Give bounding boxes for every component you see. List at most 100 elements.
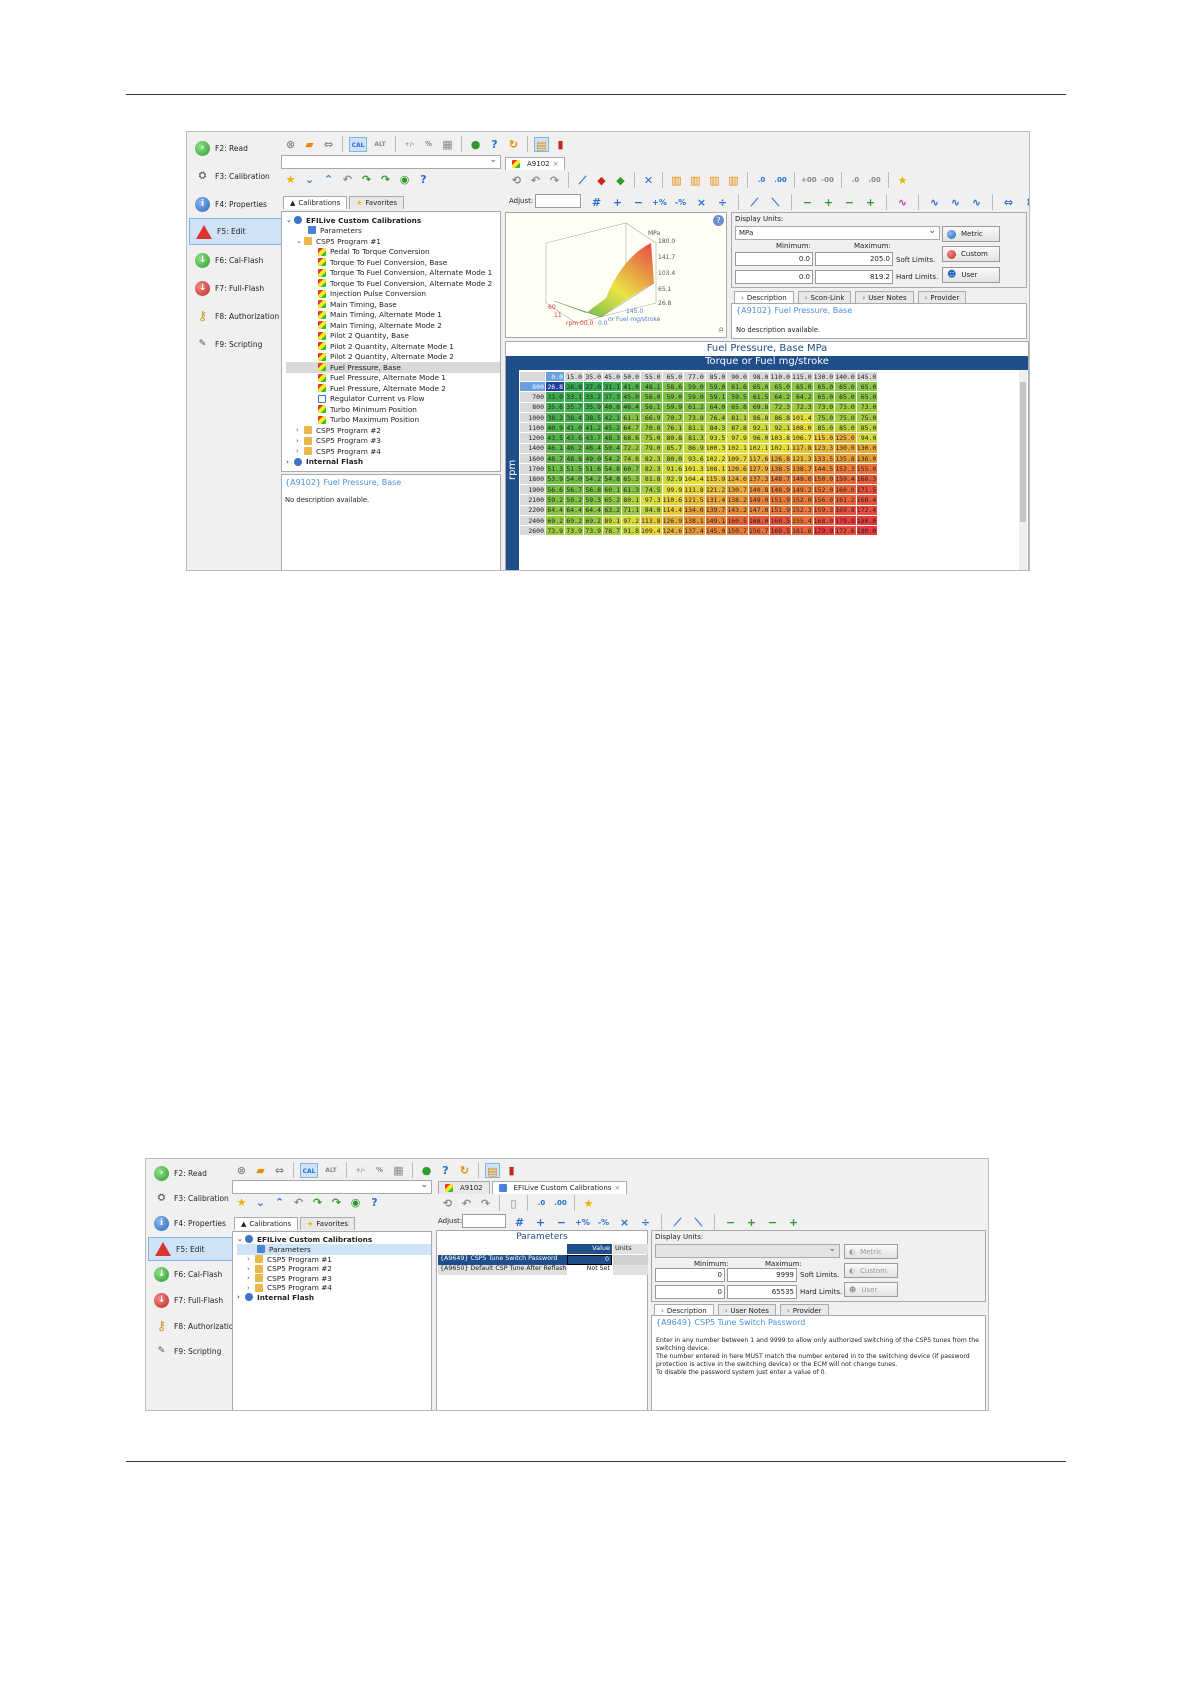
table-cell[interactable]: 74.5 [640,483,663,496]
table-cell[interactable]: 65.0 [812,380,836,393]
alt-button[interactable]: ALT [322,1163,340,1178]
table-cell[interactable]: 41.0 [564,422,584,434]
soft-min-input[interactable]: 0 [655,1268,725,1282]
table-cell[interactable]: 91.8 [621,525,641,537]
table-cell[interactable]: 138.2 [726,494,749,506]
calculator-icon[interactable]: ▦ [391,1163,406,1178]
table-cell[interactable]: 124.6 [661,525,685,537]
table-cell[interactable]: 160.5 [726,514,749,527]
tree-item[interactable]: Injection Pulse Conversion [318,289,426,300]
open-file-icon[interactable]: ▰ [253,1163,268,1178]
table-cell[interactable]: 91.6 [661,463,685,475]
table-cell[interactable]: 59.9 [661,401,685,413]
table-cell[interactable]: 130.7 [726,483,749,496]
row-header[interactable]: 1900 [519,483,546,496]
tree-item[interactable]: Torque To Fuel Conversion, Alternate Mod… [318,268,492,279]
table-cell[interactable]: 121.5 [683,494,706,506]
table-cell[interactable]: 144.5 [812,463,836,475]
table-cell[interactable]: 65.0 [769,380,793,393]
compare-icon[interactable]: ⇔ [321,137,336,152]
table-cell[interactable]: 89.1 [602,514,622,527]
custom-button[interactable]: Custom [942,246,1000,262]
tree-item-selected[interactable]: Fuel Pressure, Base [286,362,500,373]
plus-icon[interactable]: + [533,1215,548,1230]
table-cell[interactable]: 137.4 [683,525,706,537]
table-cell[interactable]: 73.9 [545,525,565,537]
table-cell[interactable]: 56.0 [640,391,663,403]
table-cell[interactable]: 143.2 [726,504,749,516]
table-cell[interactable]: 121.2 [704,483,728,496]
table-cell[interactable]: 102.2 [704,453,728,465]
surface-icon[interactable]: ◆ [594,173,609,188]
dec-green2-icon[interactable]: − [842,195,857,210]
table-cell[interactable]: 76.1 [661,422,685,434]
table-cell[interactable]: 179.9 [834,514,857,527]
table-cell[interactable]: 115.0 [812,432,836,444]
tab-calibrations[interactable]: ▲ Calibrations [283,196,348,209]
row-header[interactable]: 600 [519,380,546,393]
table-cell[interactable]: 93.5 [704,432,728,444]
redo-icon[interactable]: ↷ [478,1196,493,1211]
table-cell[interactable]: 159.3 [812,504,836,516]
table-cell[interactable]: 33.0 [545,391,565,403]
table-cell[interactable]: 99.9 [661,483,685,496]
tree-item[interactable]: Pilot 2 Quantity, Alternate Mode 1 [318,341,454,352]
undo-all-icon[interactable]: ⟲ [509,173,524,188]
table-cell[interactable]: 168.4 [855,494,879,506]
table-cell[interactable]: 43.6 [564,432,584,444]
help-icon[interactable]: ? [487,137,502,152]
nav-edit[interactable]: F5: Edit [189,218,285,245]
tree-item[interactable]: Pilot 2 Quantity, Alternate Mode 2 [318,352,454,363]
swap-horizontal-icon[interactable]: ⇔ [1001,195,1016,210]
tree-program3[interactable]: › CSP5 Program #3 [296,436,381,447]
param-row[interactable]: {A9649} CSP5 Tune Switch Password 0 [438,1255,648,1265]
table-cell[interactable]: 65.0 [855,391,879,403]
hash-icon[interactable]: # [589,195,604,210]
table-cell[interactable]: 124.0 [726,473,749,485]
table-cell[interactable]: 37.3 [602,391,622,403]
column-header[interactable]: 55.0 [640,371,663,382]
table-cell[interactable]: 59.0 [661,391,685,403]
compare-icon[interactable]: ⇔ [272,1163,287,1178]
ramp-up-icon[interactable]: ⟋ [670,1215,685,1230]
table-cell[interactable]: 151.9 [769,494,793,506]
table-cell[interactable]: 134.0 [683,504,706,516]
collapse-all-icon[interactable]: ⌃ [272,1195,287,1210]
tree-root[interactable]: ⌄ EFILive Custom Calibrations [286,215,421,226]
row-header[interactable]: 700 [519,391,546,403]
table-cell[interactable]: 59.5 [726,391,749,403]
zoom-icon[interactable]: ⌕ [718,324,724,335]
table-cell[interactable]: 152.0 [812,483,836,496]
table-cell[interactable]: 69.2 [545,514,565,527]
table-cell[interactable]: 149.0 [747,494,771,506]
table-cell[interactable]: 102.1 [747,442,771,455]
table-cell[interactable]: 101.4 [791,411,814,424]
table-cell[interactable]: 40.8 [602,401,622,413]
table-cell[interactable]: 161.2 [834,494,857,506]
table-cell[interactable]: 75.0 [855,411,879,424]
table-cell[interactable]: 120.6 [726,463,749,475]
table-cell[interactable]: 56.8 [583,483,603,496]
table-cell[interactable]: 33.2 [583,391,603,403]
tree-item[interactable]: Torque To Fuel Conversion, Base [318,257,447,268]
table-cell[interactable]: 104.4 [683,473,706,485]
multiply-icon[interactable]: × [694,195,709,210]
table-cell[interactable]: 135.8 [834,453,857,465]
tree-parameters[interactable]: Parameters [237,1244,431,1255]
table-cell[interactable]: 86.8 [769,411,793,424]
nav-read[interactable]: › F2: Read [148,1161,244,1186]
table-cell[interactable]: 69.2 [583,514,603,527]
plus-percent-icon[interactable]: +% [652,195,667,210]
column-header[interactable]: 77.0 [683,371,706,382]
table-cell[interactable]: 161.6 [791,525,814,537]
table-cell[interactable]: 151.9 [769,504,793,516]
table-cell[interactable]: 73.0 [855,401,879,413]
table-cell[interactable]: 38.2 [545,411,565,424]
table-cell[interactable]: 65.0 [747,380,771,393]
table-cell[interactable]: 121.3 [791,453,814,465]
table-cell[interactable]: 130.0 [855,442,879,455]
nav-calibration[interactable]: ⛭ F3: Calibration [148,1186,244,1211]
table-cell[interactable]: 40.9 [545,422,565,434]
row-header[interactable]: 2100 [519,494,546,506]
table-cell[interactable]: 59.2 [564,494,584,506]
